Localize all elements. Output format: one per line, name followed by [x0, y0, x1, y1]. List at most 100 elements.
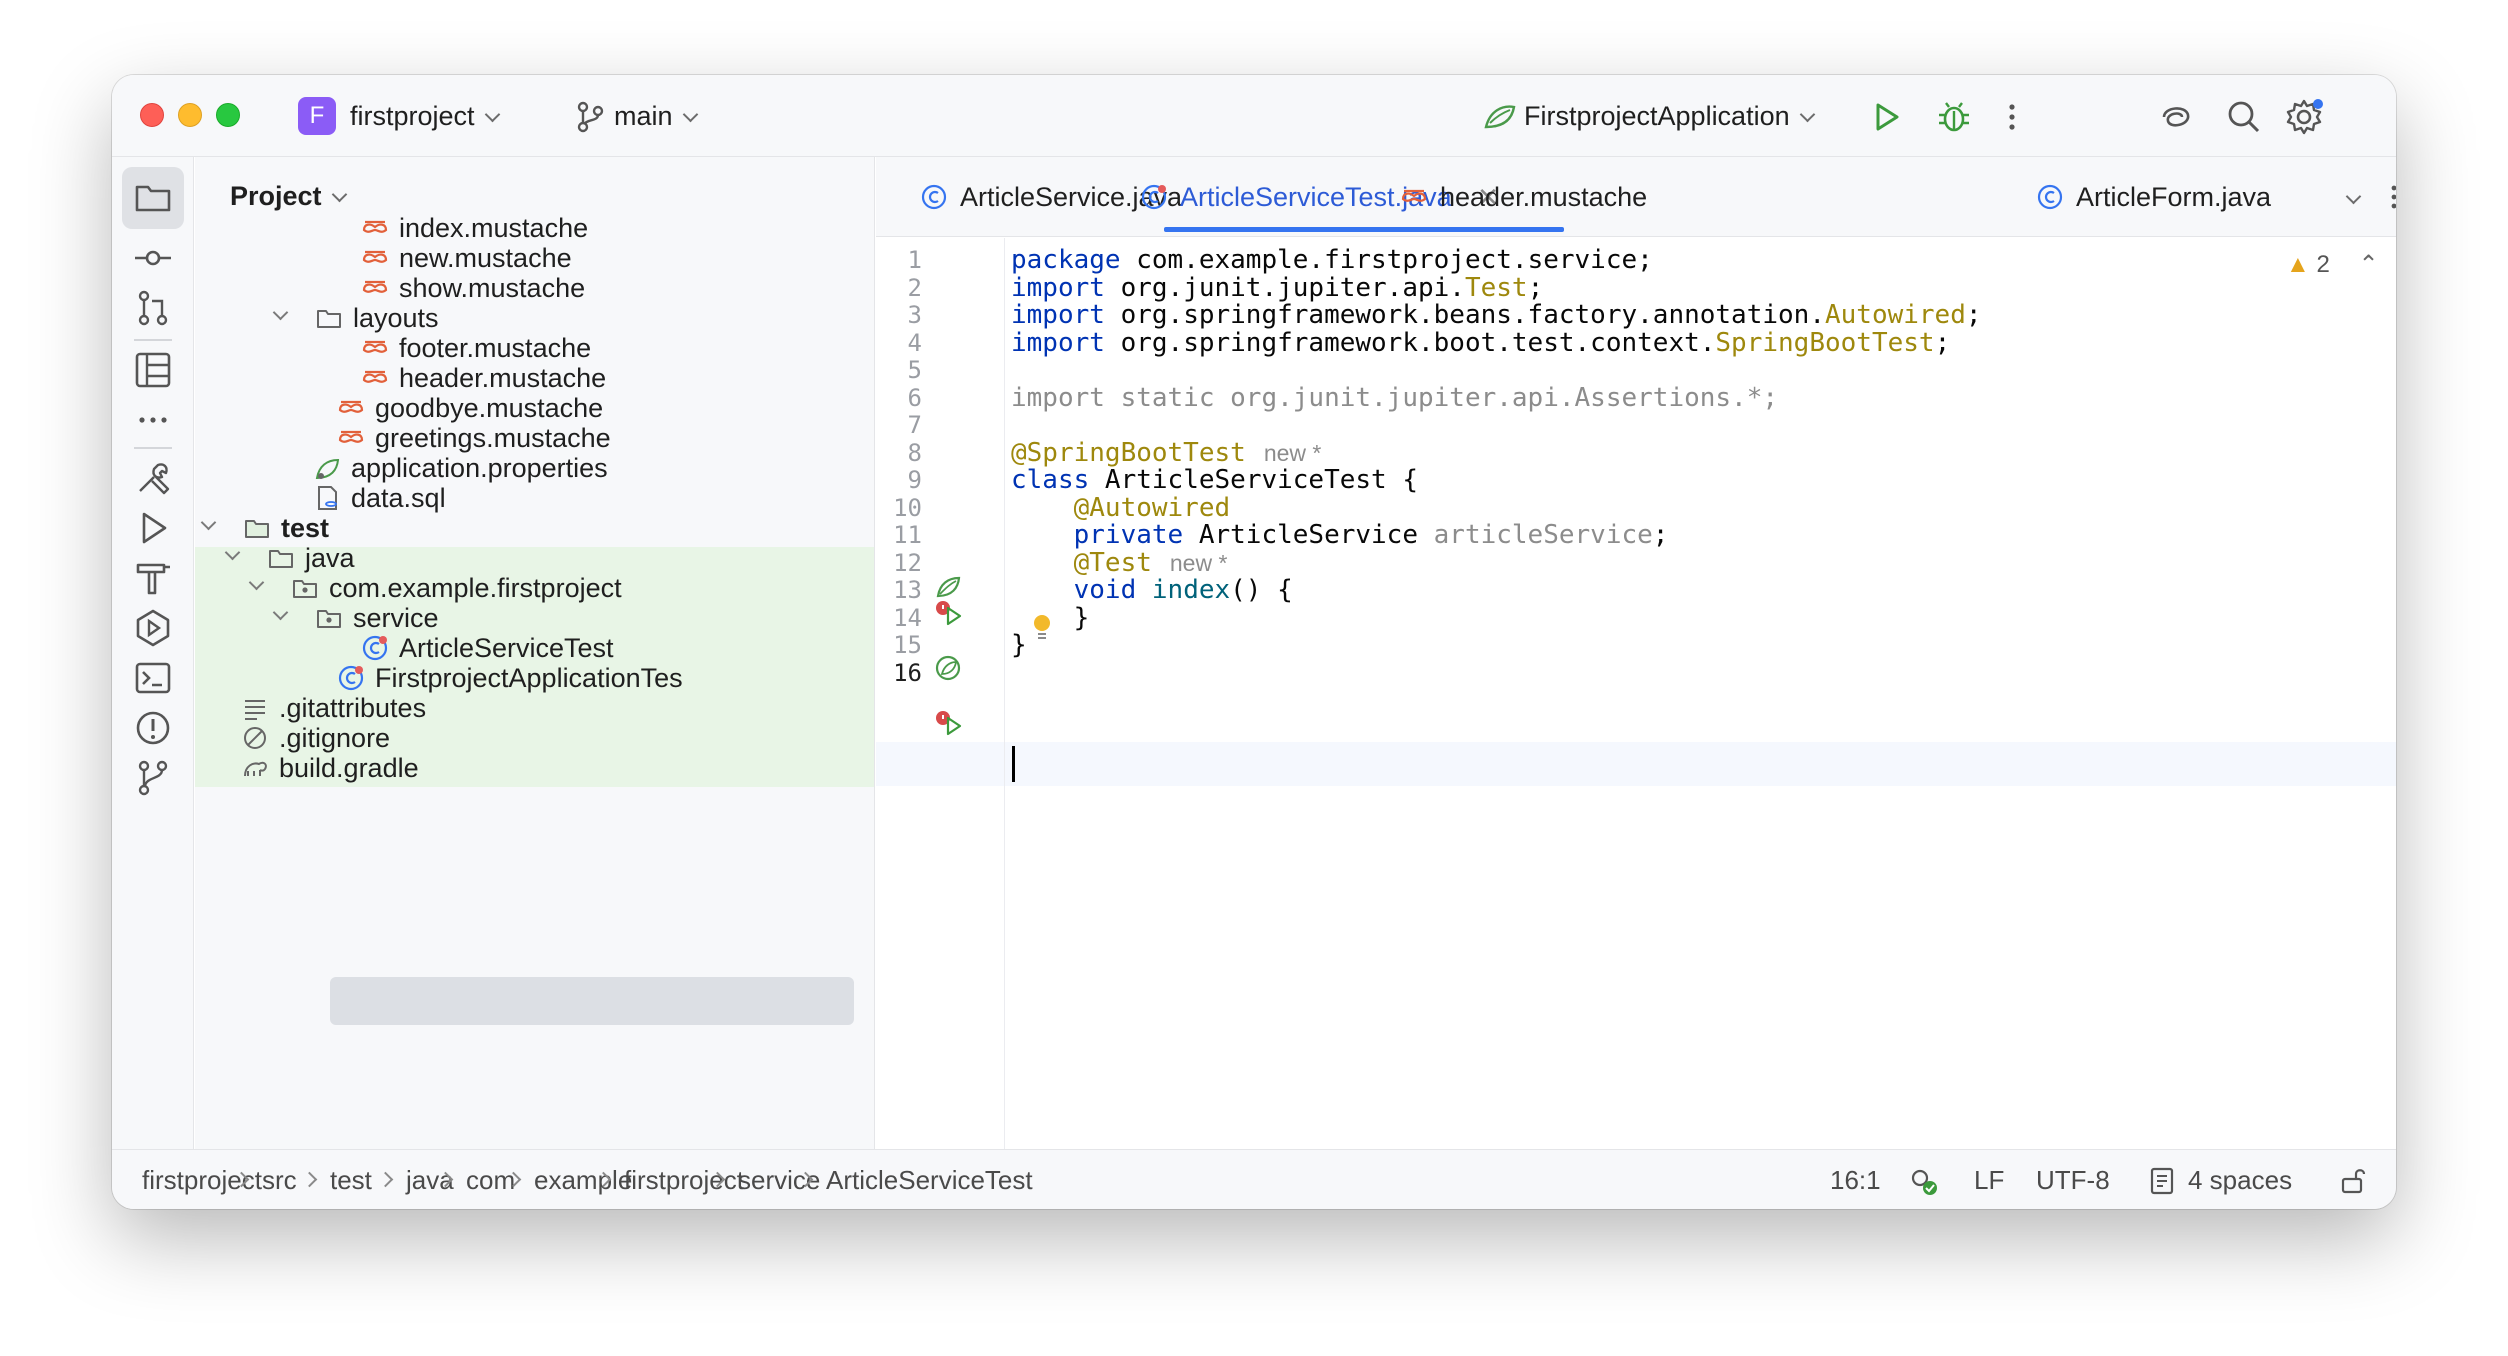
code-line-6: import static org.junit.jupiter.api.Asse… — [1011, 383, 1779, 413]
selected-tree-row-bg — [330, 977, 854, 1025]
breadcrumb-item[interactable]: ArticleServiceTest — [826, 1150, 1033, 1209]
tree-item-label: show.mustache — [399, 273, 586, 303]
settings-gear-icon[interactable] — [2284, 97, 2324, 137]
close-window-button[interactable] — [140, 103, 164, 127]
build-hammer-icon[interactable] — [132, 557, 174, 599]
code-editor[interactable]: 1 2 3 4 5 6 7 8 9 10 11 12 13 14 15 16 package com.exam… — [876, 238, 2396, 1149]
tree-item[interactable]: FirstprojectApplicationTes — [195, 663, 874, 693]
warning-icon: ▲ — [2286, 251, 2310, 278]
debug-icon[interactable] — [1934, 97, 1974, 137]
breadcrumb-item[interactable]: src — [262, 1150, 297, 1209]
tree-item[interactable]: header.mustache — [195, 363, 874, 393]
minimize-window-button[interactable] — [178, 103, 202, 127]
spring-boot-run-config-icon — [1484, 105, 1516, 129]
spring-bean-gutter-icon[interactable] — [934, 572, 962, 600]
project-badge[interactable]: F — [298, 97, 336, 135]
breadcrumb-item[interactable]: firstproject — [624, 1150, 744, 1209]
structure-icon[interactable] — [132, 349, 174, 391]
tree-item[interactable]: service — [195, 603, 874, 633]
line-number: 16 — [893, 658, 922, 687]
mustache-file-icon — [362, 340, 388, 353]
chevron-down-icon[interactable] — [248, 574, 265, 591]
tree-item[interactable]: footer.mustache — [195, 333, 874, 363]
pull-requests-icon[interactable] — [132, 287, 174, 329]
chevron-down-icon[interactable] — [200, 514, 217, 531]
version-control-icon[interactable] — [132, 757, 174, 799]
code-insight-icon[interactable] — [1908, 1166, 1940, 1198]
tree-item[interactable]: ArticleServiceTest — [195, 633, 874, 663]
run-icon[interactable] — [1866, 97, 1906, 137]
tree-item-label: index.mustache — [399, 213, 589, 243]
inspection-widget[interactable]: ▲ 2 ⌃ ⌄ — [2286, 250, 2396, 279]
run-test-gutter-icon[interactable] — [934, 708, 962, 736]
folder-icon — [269, 550, 293, 568]
services-tools-icon[interactable] — [132, 457, 174, 499]
commit-icon[interactable] — [132, 237, 174, 279]
tree-item[interactable]: layouts — [195, 303, 874, 333]
tree-item[interactable]: index.mustache — [195, 213, 874, 243]
lightbulb-icon[interactable] — [1030, 612, 1054, 644]
folder-icon[interactable] — [132, 177, 174, 219]
tab-list-chevron-down-icon[interactable] — [2345, 188, 2362, 205]
tree-item-label: .gitignore — [279, 723, 391, 753]
unlock-icon[interactable] — [2338, 1166, 2368, 1196]
project-panel-header[interactable]: Project — [230, 181, 347, 212]
title-bar: F firstproject main FirstprojectApplicat… — [112, 75, 2396, 157]
tab-more-icon[interactable] — [2376, 179, 2396, 215]
project-panel-title: Project — [230, 181, 322, 211]
tree-item[interactable]: data.sql — [195, 483, 874, 513]
tree-item[interactable]: com.example.firstproject — [195, 573, 874, 603]
chevron-down-icon[interactable] — [224, 544, 241, 561]
autowired-bean-gutter-icon[interactable] — [934, 654, 962, 682]
tree-item[interactable]: .gitignore — [195, 723, 874, 753]
project-switcher[interactable]: firstproject — [350, 99, 500, 133]
tree-item[interactable]: build.gradle — [195, 753, 874, 783]
ai-assistant-icon[interactable] — [2156, 97, 2196, 137]
tree-item-label: build.gradle — [279, 753, 419, 783]
tree-item[interactable]: .gitattributes — [195, 693, 874, 723]
breadcrumb-item[interactable]: test — [330, 1150, 372, 1209]
tree-item-label: new.mustache — [399, 243, 572, 273]
line-separator[interactable]: LF — [1974, 1150, 2004, 1209]
tree-item[interactable]: new.mustache — [195, 243, 874, 273]
caret-position[interactable]: 16:1 — [1830, 1150, 1881, 1209]
tree-item[interactable]: show.mustache — [195, 273, 874, 303]
text-caret — [1012, 746, 1015, 782]
tab-label: header.mustache — [1440, 182, 1648, 212]
tree-item[interactable]: greetings.mustache — [195, 423, 874, 453]
run-config-selector[interactable]: FirstprojectApplication — [1524, 99, 1815, 133]
tree-item[interactable]: java — [195, 543, 874, 573]
breadcrumb-item[interactable]: example — [534, 1150, 632, 1209]
tree-item-label: FirstprojectApplicationTes — [375, 663, 683, 693]
chevron-right-icon — [301, 1171, 318, 1188]
tab-article-form[interactable]: ArticleForm.java — [2036, 157, 2271, 237]
tree-item[interactable]: test — [195, 513, 874, 543]
search-icon[interactable] — [2224, 97, 2264, 137]
tab-header-mustache[interactable]: header.mustache — [1400, 157, 1647, 237]
test-class-icon — [338, 665, 364, 691]
branch-switcher[interactable]: main — [614, 99, 698, 133]
chevron-down-icon[interactable] — [272, 304, 289, 321]
more-tools-icon[interactable] — [132, 399, 174, 441]
tree-item-label: layouts — [353, 303, 439, 333]
mustache-file-icon — [1401, 189, 1427, 202]
prev-highlight-icon[interactable]: ⌃ — [2358, 251, 2378, 278]
chevron-down-icon — [331, 186, 347, 203]
run-test-gutter-icon[interactable] — [934, 598, 962, 626]
services-icon[interactable] — [132, 607, 174, 649]
tree-item-label: data.sql — [351, 483, 446, 513]
tree-item[interactable]: application.properties — [195, 453, 874, 483]
terminal-icon[interactable] — [132, 657, 174, 699]
indent-setting[interactable]: 4 spaces — [2188, 1150, 2292, 1209]
more-actions-icon[interactable] — [1992, 97, 2032, 137]
mustache-file-icon — [338, 430, 364, 443]
problems-icon[interactable] — [132, 707, 174, 749]
zoom-window-button[interactable] — [216, 103, 240, 127]
sql-file-icon — [318, 486, 337, 510]
file-encoding[interactable]: UTF-8 — [2036, 1150, 2110, 1209]
class-icon — [921, 184, 947, 210]
run-tool-icon[interactable] — [132, 507, 174, 549]
git-branch-icon[interactable] — [570, 97, 610, 137]
chevron-down-icon[interactable] — [272, 604, 289, 621]
tree-item[interactable]: goodbye.mustache — [195, 393, 874, 423]
